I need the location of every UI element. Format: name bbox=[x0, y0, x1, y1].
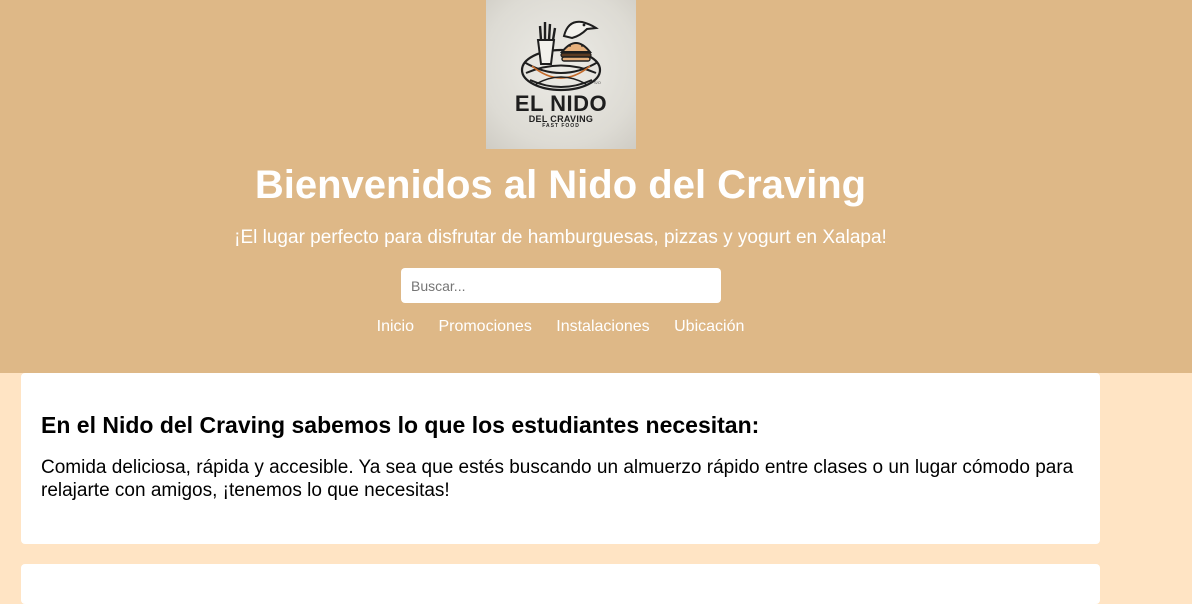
intro-body: Comida deliciosa, rápida y accesible. Ya… bbox=[41, 457, 1074, 501]
page-subtitle: ¡El lugar perfecto para disfrutar de ham… bbox=[234, 227, 887, 248]
nav-link-inicio[interactable]: Inicio bbox=[377, 318, 414, 335]
svg-text:S/O: S/O bbox=[594, 80, 601, 85]
intro-heading: En el Nido del Craving sabemos lo que lo… bbox=[41, 412, 760, 438]
search-input[interactable] bbox=[401, 268, 721, 303]
site-header: S/O EL NIDO DEL CRAVING FAST FOOD Bienve… bbox=[0, 0, 1192, 373]
nav-link-ubicacion[interactable]: Ubicación bbox=[674, 318, 744, 335]
intro-card: En el Nido del Craving sabemos lo que lo… bbox=[21, 373, 1100, 544]
nav-link-promociones[interactable]: Promociones bbox=[438, 318, 531, 335]
nav-link-instalaciones[interactable]: Instalaciones bbox=[556, 318, 649, 335]
brand-logo[interactable]: S/O EL NIDO DEL CRAVING FAST FOOD bbox=[486, 0, 636, 149]
next-section-card bbox=[21, 564, 1100, 604]
page-title: Bienvenidos al Nido del Craving bbox=[254, 163, 867, 207]
main-nav: Inicio Promociones Instalaciones Ubicaci… bbox=[0, 317, 1121, 337]
logo-tagline: FAST FOOD bbox=[542, 123, 580, 129]
